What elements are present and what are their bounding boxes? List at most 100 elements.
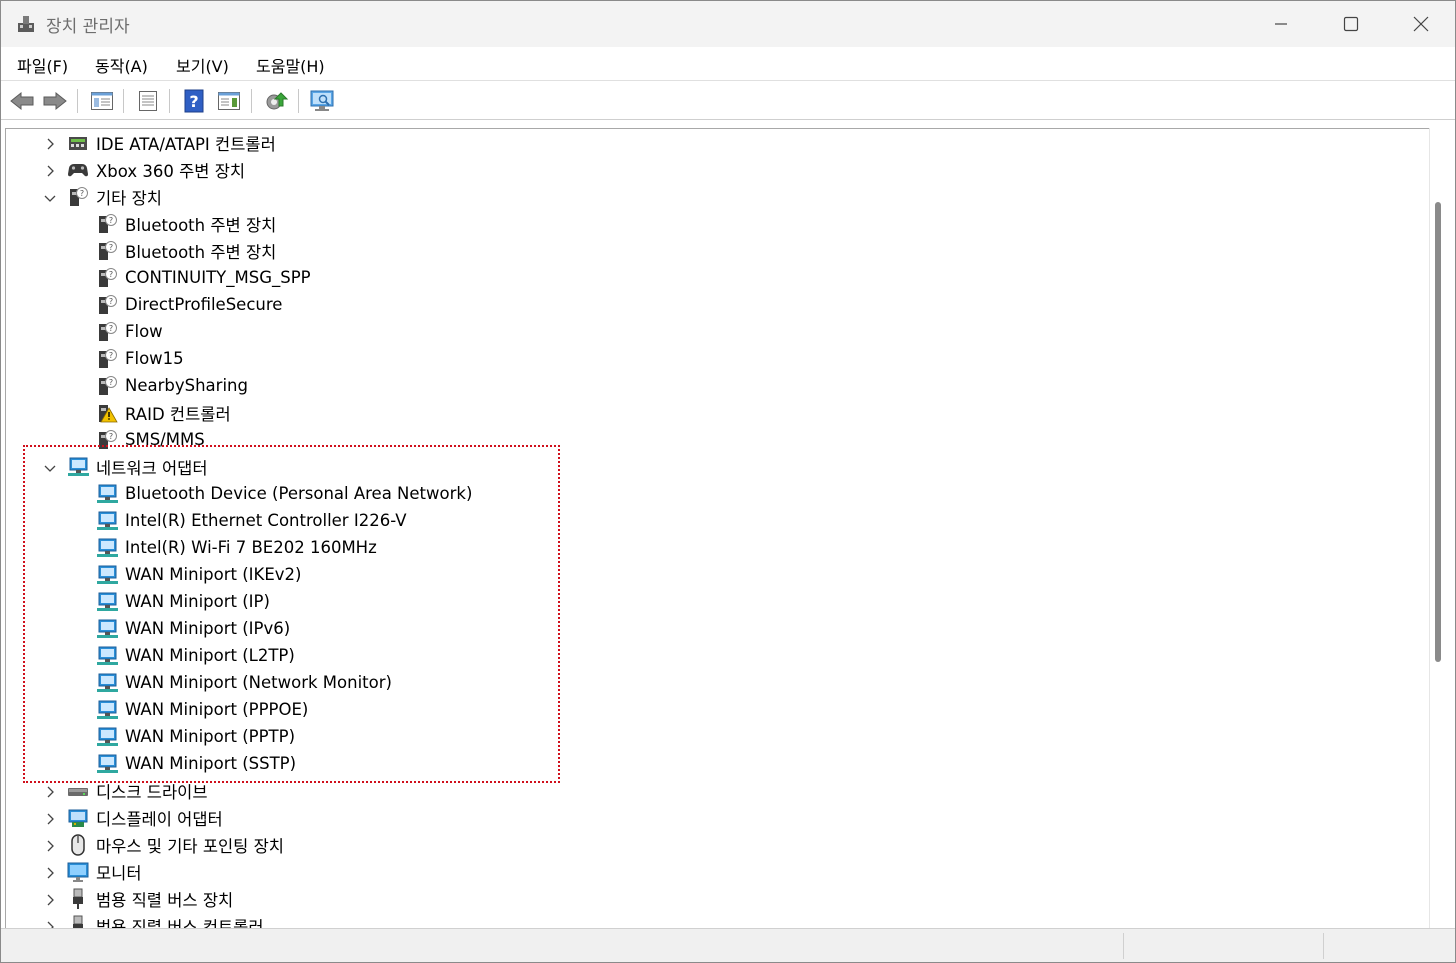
expand-chevron-icon[interactable] [43, 838, 57, 852]
svg-text:?: ? [109, 324, 113, 333]
category-ide-ata-atapi[interactable]: IDE ATA/ATAPI 컨트롤러 [66, 129, 276, 156]
tree-item-network-adapter[interactable]: Intel(R) Ethernet Controller I226-V [95, 507, 406, 534]
category-usb-controllers[interactable]: 범용 직렬 버스 컨트롤러 [66, 912, 264, 928]
expand-chevron-icon[interactable] [43, 865, 57, 879]
vertical-scrollbar[interactable] [1429, 128, 1455, 928]
maximize-button[interactable] [1316, 1, 1386, 47]
properties-pane-icon [91, 92, 113, 110]
category-disk-drives[interactable]: 디스크 드라이브 [66, 777, 208, 804]
tree-item-label: NearbySharing [125, 376, 248, 395]
back-button[interactable] [8, 88, 36, 114]
toolbar-separator [251, 89, 252, 113]
tree-item-network-adapter[interactable]: WAN Miniport (IKEv2) [95, 561, 301, 588]
tree-item-label: WAN Miniport (PPPOE) [125, 700, 309, 719]
expand-chevron-icon[interactable] [43, 163, 57, 177]
tree-item-label: 네트워크 어댑터 [96, 458, 208, 478]
tree-item-label: 모니터 [96, 863, 142, 883]
tree-item-network-adapter[interactable]: WAN Miniport (PPTP) [95, 723, 295, 750]
device-manager-window: 장치 관리자 파일(F) 동작(A) 보기(V) 도움말(H) ? IDE AT… [0, 0, 1456, 963]
network-device-icon [95, 563, 119, 587]
menu-action[interactable]: 동작(A) [95, 53, 148, 77]
tree-item-label: Flow15 [125, 349, 184, 368]
tree-item-label: Xbox 360 주변 장치 [96, 161, 246, 181]
tree-item-other-device[interactable]: ? Flow15 [95, 345, 184, 372]
title-bar: 장치 관리자 [1, 1, 1455, 47]
forward-button[interactable] [41, 88, 69, 114]
category-monitors[interactable]: 모니터 [66, 858, 142, 885]
svg-text:?: ? [109, 297, 113, 306]
tree-item-other-device[interactable]: ? CONTINUITY_MSG_SPP [95, 264, 311, 291]
tree-item-network-adapter[interactable]: WAN Miniport (L2TP) [95, 642, 295, 669]
tree-item-label: 범용 직렬 버스 컨트롤러 [96, 917, 264, 929]
tree-item-label: 범용 직렬 버스 장치 [96, 890, 234, 910]
tree-item-network-adapter[interactable]: WAN Miniport (IPv6) [95, 615, 290, 642]
tree-item-label: Intel(R) Wi-Fi 7 BE202 160MHz [125, 538, 377, 557]
menu-file[interactable]: 파일(F) [17, 53, 68, 77]
show-hide-action-pane-button[interactable] [215, 88, 243, 114]
toolbar-separator [123, 89, 124, 113]
collapse-chevron-icon[interactable] [43, 190, 57, 204]
tree-item-network-adapter[interactable]: WAN Miniport (PPPOE) [95, 696, 308, 723]
tree-item-label: 기타 장치 [96, 188, 162, 208]
unknown-device-icon: ? [95, 320, 119, 344]
svg-text:?: ? [109, 351, 113, 360]
unknown-device-icon: ? [95, 266, 119, 290]
tree-item-other-device[interactable]: ? Bluetooth 주변 장치 [95, 237, 276, 264]
tree-item-network-adapter[interactable]: Bluetooth Device (Personal Area Network) [95, 480, 472, 507]
tree-item-network-adapter[interactable]: Intel(R) Wi-Fi 7 BE202 160MHz [95, 534, 377, 561]
menu-help[interactable]: 도움말(H) [256, 53, 325, 77]
tree-item-label: 마우스 및 기타 포인팅 장치 [96, 836, 284, 856]
close-icon [1413, 16, 1429, 32]
tree-item-label: DirectProfileSecure [125, 295, 283, 314]
help-button[interactable]: ? [180, 88, 208, 114]
status-divider [1123, 933, 1124, 959]
tree-item-other-device[interactable]: ? SMS/MMS [95, 426, 205, 453]
expand-chevron-icon[interactable] [43, 811, 57, 825]
scrollbar-thumb[interactable] [1435, 202, 1441, 662]
menu-view[interactable]: 보기(V) [176, 53, 229, 77]
tree-item-label: WAN Miniport (IPv6) [125, 619, 291, 638]
tree-item-other-device[interactable]: RAID 컨트롤러 [95, 399, 231, 426]
tree-item-label: RAID 컨트롤러 [125, 404, 231, 424]
device-tree[interactable]: IDE ATA/ATAPI 컨트롤러 Xbox 360 주변 장치? 기타 장치? B… [5, 128, 1429, 928]
toolbar: ? [1, 82, 1455, 120]
network-device-icon [95, 752, 119, 776]
window-title: 장치 관리자 [46, 17, 130, 37]
svg-text:?: ? [109, 216, 113, 225]
properties-button[interactable] [134, 88, 162, 114]
tree-item-other-device[interactable]: ? NearbySharing [95, 372, 248, 399]
category-usb-devices[interactable]: 범용 직렬 버스 장치 [66, 885, 233, 912]
tree-item-other-device[interactable]: ? DirectProfileSecure [95, 291, 282, 318]
category-network-adapters[interactable]: 네트워크 어댑터 [66, 453, 208, 480]
tree-item-network-adapter[interactable]: WAN Miniport (IP) [95, 588, 270, 615]
monitor-device-icon [66, 860, 90, 884]
update-driver-button[interactable] [262, 88, 290, 114]
collapse-chevron-icon[interactable] [43, 460, 57, 474]
expand-chevron-icon[interactable] [43, 919, 57, 928]
tree-item-other-device[interactable]: ? Bluetooth 주변 장치 [95, 210, 276, 237]
minimize-button[interactable] [1246, 1, 1316, 47]
category-other-devices[interactable]: ? 기타 장치 [66, 183, 162, 210]
category-display-adapters[interactable]: 디스플레이 어댑터 [66, 804, 223, 831]
mouse-device-icon [66, 833, 90, 857]
category-xbox-360[interactable]: Xbox 360 주변 장치 [66, 156, 245, 183]
show-hide-console-tree-button[interactable] [88, 88, 116, 114]
expand-chevron-icon[interactable] [43, 892, 57, 906]
toolbar-separator [298, 89, 299, 113]
tree-item-network-adapter[interactable]: WAN Miniport (Network Monitor) [95, 669, 392, 696]
network-device-icon [95, 482, 119, 506]
tree-item-network-adapter[interactable]: WAN Miniport (SSTP) [95, 750, 296, 777]
svg-text:?: ? [109, 432, 113, 441]
tree-item-other-device[interactable]: ? Flow [95, 318, 163, 345]
scan-hardware-button[interactable] [309, 88, 337, 114]
svg-text:?: ? [80, 189, 84, 198]
expand-chevron-icon[interactable] [43, 136, 57, 150]
tree-item-label: 디스플레이 어댑터 [96, 809, 223, 829]
xbox-device-icon [66, 158, 90, 182]
category-mice-pointing[interactable]: 마우스 및 기타 포인팅 장치 [66, 831, 284, 858]
scan-hardware-icon [310, 90, 334, 111]
close-button[interactable] [1386, 1, 1456, 47]
expand-chevron-icon[interactable] [43, 784, 57, 798]
tree-item-label: Flow [125, 322, 163, 341]
network-device-icon [95, 509, 119, 533]
